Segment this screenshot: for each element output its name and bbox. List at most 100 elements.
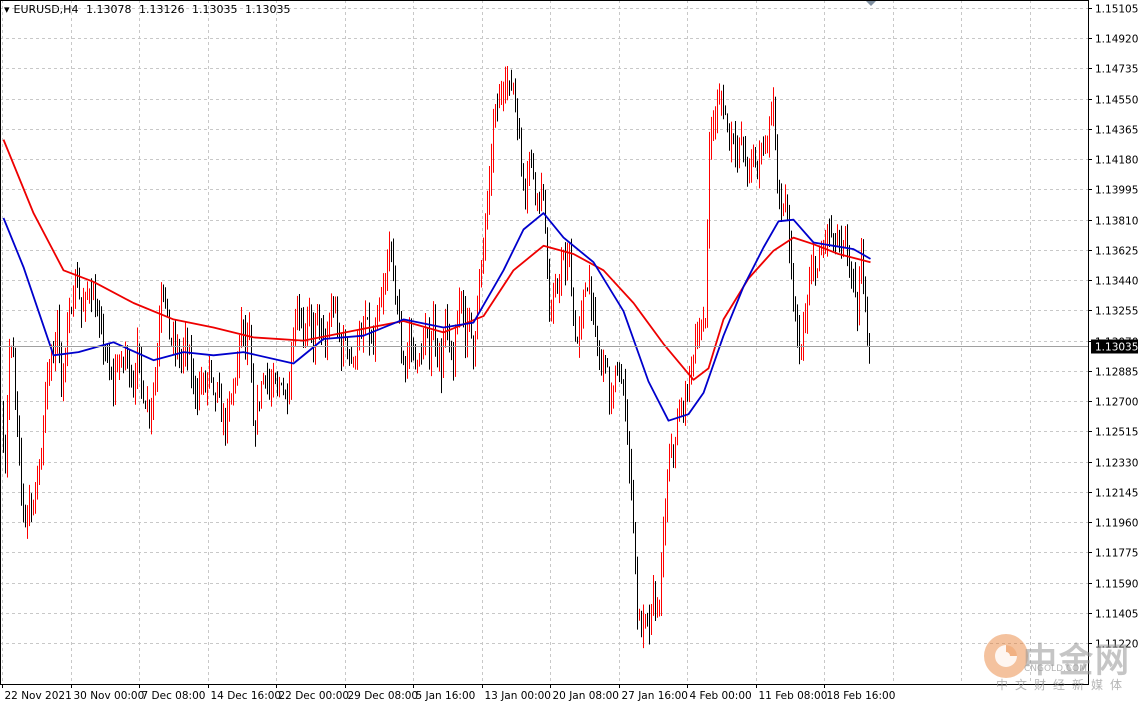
price-tick-label: 1.13255 — [1095, 306, 1138, 318]
price-tick-label: 1.11960 — [1095, 518, 1138, 530]
candle-bear — [777, 134, 778, 194]
candle-bull — [773, 87, 774, 127]
candle-bear — [221, 383, 222, 422]
candle-bull — [387, 249, 388, 292]
candle-bear — [391, 241, 392, 263]
candle-bull — [445, 308, 446, 348]
candle-bull — [771, 101, 772, 126]
candle-bull — [657, 597, 658, 618]
price-axis[interactable]: 1.15105 1.14920 1.14735 1.14550 1.14365 1.141… — [0, 4, 1138, 651]
candle-bear — [139, 343, 140, 374]
time-tick-label: 14 Dec 16:00 — [211, 690, 282, 702]
candle-bull — [409, 317, 410, 369]
high-price: 1.13126 — [138, 3, 185, 16]
candle-bull — [669, 443, 670, 482]
candle-bear — [133, 370, 134, 398]
time-axis[interactable]: 22 Nov 2021 30 Nov 00:007 Dec 08:00 14 Dec… — [2, 684, 896, 702]
price-tick-label: 1.14920 — [1095, 34, 1138, 46]
candle-bull — [603, 349, 604, 382]
candles — [3, 65, 870, 649]
candle-bear — [149, 399, 150, 429]
price-tick-label: 1.12515 — [1095, 427, 1138, 439]
candle-bear — [609, 366, 610, 415]
candle-bull — [173, 321, 174, 356]
candle-bull — [297, 295, 298, 331]
candle-bull — [537, 193, 538, 212]
watermark-brand: 中金网 — [1023, 641, 1131, 681]
candle-bull — [125, 341, 126, 371]
candle-bear — [857, 291, 858, 332]
candle-bull — [761, 142, 762, 165]
candle-bear — [855, 262, 856, 298]
candle-bear — [415, 343, 416, 370]
candle-bull — [503, 81, 504, 112]
price-tick-label: 1.12145 — [1095, 488, 1138, 500]
candle-bear — [687, 384, 688, 402]
close-price: 1.13035 — [244, 3, 291, 16]
candle-bear — [623, 379, 624, 396]
candle-bear — [393, 238, 394, 282]
dropdown-triangle-icon[interactable]: ▾ — [4, 3, 10, 16]
candle-bull — [553, 282, 554, 324]
candle-bull — [417, 359, 418, 374]
candle-bear — [287, 383, 288, 415]
candle-bear — [165, 287, 166, 309]
candle-bear — [869, 332, 870, 364]
chart-shift-marker-icon[interactable] — [866, 1, 876, 6]
candle-bear — [575, 310, 576, 342]
candle-bull — [475, 331, 476, 367]
candle-bear — [449, 323, 450, 353]
candle-bear — [523, 163, 524, 191]
candle-bull — [551, 299, 552, 322]
candle-bull — [707, 219, 708, 328]
candle-bull — [207, 372, 208, 406]
candle-bear — [525, 178, 526, 210]
candle-bull — [67, 312, 68, 367]
candle-bull — [639, 608, 640, 621]
candle-bull — [317, 303, 318, 326]
candle-bear — [557, 278, 558, 294]
candle-bear — [109, 343, 110, 381]
candle-bear — [863, 239, 864, 295]
candle-bear — [521, 127, 522, 177]
candle-bull — [443, 328, 444, 379]
low-price: 1.13035 — [191, 3, 238, 16]
candle-bear — [21, 437, 22, 506]
candle-bull — [809, 266, 810, 306]
price-tick-label: 1.13810 — [1095, 216, 1138, 228]
candle-bull — [227, 398, 228, 444]
candle-bull — [661, 552, 662, 617]
candle-bear — [313, 312, 314, 363]
candle-bear — [351, 346, 352, 364]
current-price-label: 1.13035 — [1095, 342, 1138, 354]
candle-bear — [531, 149, 532, 169]
candle-bull — [155, 367, 156, 396]
time-tick-label: 4 Feb 00:00 — [690, 690, 752, 702]
candle-bull — [663, 516, 664, 578]
candle-bull — [701, 319, 702, 341]
candle-bear — [253, 363, 254, 427]
candle-bear — [369, 302, 370, 356]
candle-bear — [587, 287, 588, 292]
candle-bull — [749, 158, 750, 184]
candle-bear — [649, 604, 650, 645]
price-chart[interactable]: 1.15105 1.14920 1.14735 1.14550 1.14365 1.141… — [0, 0, 1141, 704]
candle-bear — [865, 276, 866, 313]
chart-grid — [0, 0, 1088, 684]
candle-bull — [769, 116, 770, 158]
candle-bear — [401, 310, 402, 364]
time-tick-label: 18 Feb 16:00 — [827, 690, 896, 702]
candle-bull — [487, 190, 488, 230]
candle-bull — [89, 288, 90, 304]
candle-bull — [199, 371, 200, 411]
candle-bull — [721, 90, 722, 116]
candle-bear — [745, 135, 746, 167]
candle-bull — [667, 469, 668, 523]
candle-bull — [759, 140, 760, 189]
candle-bull — [461, 291, 462, 314]
candle-bear — [795, 296, 796, 322]
candle-bear — [219, 372, 220, 398]
candle-bull — [695, 323, 696, 364]
candle-bull — [709, 131, 710, 249]
price-tick-label: 1.14735 — [1095, 64, 1138, 76]
